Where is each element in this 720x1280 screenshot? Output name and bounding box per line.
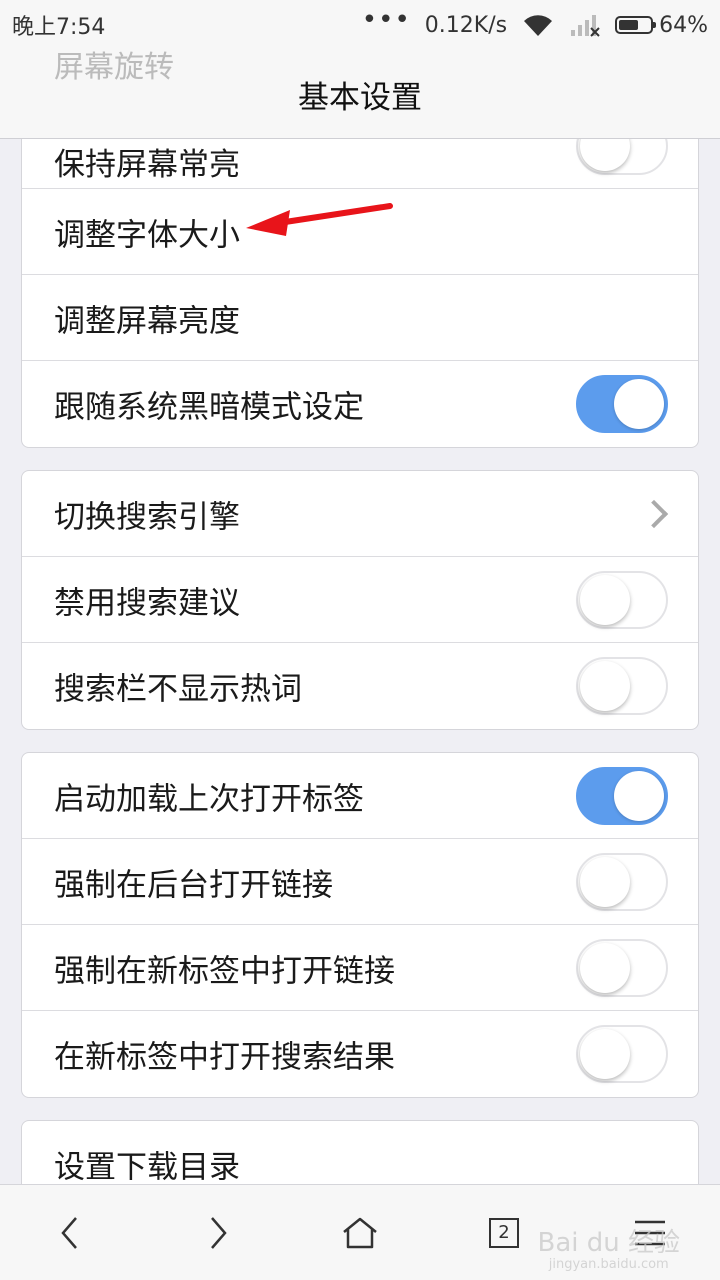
chevron-right-icon: [639, 499, 669, 528]
settings-row-label: 调整字体大小: [54, 217, 240, 253]
settings-group-2: 切换搜索引擎 禁用搜索建议搜索栏不显示热词: [21, 470, 699, 730]
toggle-switch[interactable]: [576, 570, 668, 629]
battery-percent: 64%: [659, 12, 708, 38]
settings-row[interactable]: 保持屏幕常亮: [22, 138, 698, 189]
settings-group-1: 保持屏幕常亮 调整字体大小 调整屏幕亮度跟随系统黑暗模式设定: [21, 138, 699, 448]
toggle-knob: [580, 856, 630, 907]
status-icons: ••• 0.12K/s 64%: [362, 7, 708, 38]
status-time: 晚上7:54: [12, 15, 106, 40]
chevron-left-icon: [61, 1216, 77, 1249]
settings-row[interactable]: 跟随系统黑暗模式设定: [22, 361, 698, 447]
toggle-switch[interactable]: [576, 938, 668, 997]
wifi-icon: [524, 15, 553, 37]
settings-row[interactable]: 启动加载上次打开标签: [22, 753, 698, 839]
notification-dots: •••: [361, 5, 411, 35]
battery-icon: [615, 16, 657, 34]
settings-row-label: 在新标签中打开搜索结果: [54, 1039, 395, 1076]
settings-row[interactable]: 强制在新标签中打开链接: [22, 925, 698, 1011]
toggle-knob: [580, 942, 630, 993]
baidu-jingyan-watermark: Bai du 经验 jingyan.baidu.com: [537, 1228, 680, 1272]
toggle-switch[interactable]: [576, 657, 668, 715]
settings-row[interactable]: 在新标签中打开搜索结果: [22, 1011, 698, 1097]
settings-row-label: 调整屏幕亮度: [54, 303, 240, 339]
settings-row[interactable]: 强制在后台打开链接: [22, 839, 698, 925]
toggle-knob: [580, 1029, 630, 1079]
toggle-switch[interactable]: [576, 766, 668, 825]
settings-row[interactable]: 搜索栏不显示热词: [22, 643, 698, 729]
settings-row-label: 启动加载上次打开标签: [54, 781, 364, 817]
settings-row-label: 搜索栏不显示热词: [54, 671, 302, 708]
battery: 64%: [615, 13, 708, 38]
page-title: 基本设置: [298, 80, 422, 116]
toggle-switch[interactable]: [576, 852, 668, 911]
settings-row[interactable]: 调整屏幕亮度: [22, 275, 698, 361]
settings-row-label: 强制在新标签中打开链接: [54, 953, 395, 989]
settings-row[interactable]: 调整字体大小: [22, 189, 698, 275]
toggle-knob: [614, 770, 664, 821]
toggle-switch[interactable]: [576, 375, 668, 433]
settings-row-label: 切换搜索引擎: [54, 499, 240, 535]
toggle-knob: [614, 379, 664, 429]
signal-icon: [571, 15, 600, 37]
settings-row-label: 设置下载目录: [54, 1149, 240, 1186]
home-icon: [343, 1217, 377, 1248]
home-button[interactable]: [310, 1185, 410, 1280]
page-header: 屏幕旋转 基本设置: [0, 50, 720, 139]
settings-row-label: 保持屏幕常亮: [54, 147, 240, 183]
chevron-right-icon: [211, 1216, 227, 1249]
toggle-knob: [580, 138, 630, 171]
network-speed: 0.12K/s: [424, 12, 508, 38]
settings-row-label: 禁用搜索建议: [54, 585, 240, 621]
forward-button[interactable]: [168, 1185, 268, 1280]
toggle-knob: [580, 661, 630, 711]
toggle-knob: [580, 574, 630, 625]
status-bar: 晚上7:54 ••• 0.12K/s 64%: [0, 0, 720, 50]
settings-list[interactable]: 保持屏幕常亮 调整字体大小 调整屏幕亮度 跟随系统黑暗模式设定 切换搜索引擎 禁用搜索建议…: [0, 138, 720, 1185]
settings-group-3: 启动加载上次打开标签 强制在后台打开链接强制在新标签中打开链接 在新标签中打开搜索结…: [21, 752, 699, 1098]
tab-count-badge: 2: [489, 1217, 519, 1248]
settings-row[interactable]: 切换搜索引擎: [22, 471, 698, 557]
toggle-switch[interactable]: [576, 1025, 668, 1083]
toggle-switch[interactable]: [576, 138, 668, 175]
settings-row[interactable]: 设置下载目录: [22, 1121, 698, 1186]
settings-row-label: 跟随系统黑暗模式设定: [54, 389, 364, 426]
settings-group-4: 设置下载目录: [21, 1120, 699, 1185]
settings-row-label: 强制在后台打开链接: [54, 867, 333, 903]
settings-row[interactable]: 禁用搜索建议: [22, 557, 698, 643]
back-button[interactable]: [20, 1185, 120, 1280]
